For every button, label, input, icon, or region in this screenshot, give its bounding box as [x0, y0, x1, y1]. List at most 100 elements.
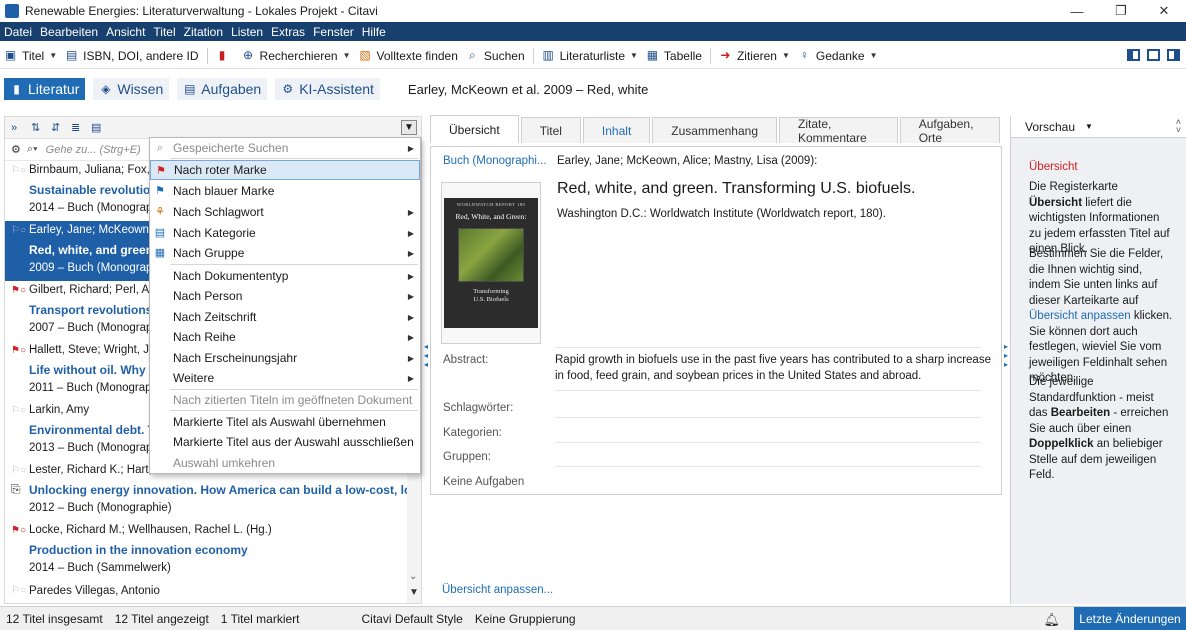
panel-options-icon[interactable]: ˄ ˅ — [1176, 118, 1181, 135]
scroll-down-icon[interactable]: ⌄ — [409, 571, 417, 582]
mode-aufgaben-button[interactable]: ▤ Aufgaben — [177, 78, 268, 100]
red-flag-icon[interactable]: ⚑○ — [11, 346, 26, 356]
layout-left-icon[interactable] — [1127, 49, 1140, 61]
menu-fenster[interactable]: Fenster — [313, 25, 354, 39]
toolbar-phone-button[interactable]: ▮ — [216, 49, 234, 62]
status-grouping[interactable]: Keine Gruppierung — [469, 612, 582, 626]
collapse-icon[interactable]: » — [11, 122, 25, 134]
menu-ansicht[interactable]: Ansicht — [106, 25, 145, 39]
categories-label[interactable]: Kategorien: — [443, 427, 502, 439]
toolbar-volltexte-button[interactable]: ▧ Volltexte finden — [359, 49, 458, 63]
abstract-line-1[interactable]: Rapid growth in biofuels use in the past… — [555, 354, 991, 366]
toolbar-zitieren-button[interactable]: ➜ Zitieren ▼ — [719, 49, 789, 63]
mode-literatur-button[interactable]: ▮ Literatur — [4, 78, 86, 100]
print-icon[interactable]: ▤ — [91, 122, 105, 134]
red-flag-icon[interactable]: ⚑○ — [11, 526, 26, 536]
toolbar-tabelle-button[interactable]: ▦ Tabelle — [646, 49, 702, 63]
menu-item-nach-reihe[interactable]: Nach Reihe ▶ — [150, 327, 420, 347]
minimize-button[interactable]: — — [1055, 0, 1099, 22]
tab-aufgaben-orte[interactable]: Aufgaben, Orte — [899, 117, 1000, 145]
toolbar-isbn-button[interactable]: ▤ ISBN, DOI, andere ID — [65, 49, 199, 63]
filter-icon[interactable]: ▼ — [401, 120, 417, 135]
toolbar-suchen-button[interactable]: ⌕ Suchen — [466, 49, 525, 63]
grey-flag-icon[interactable]: ⚐○ — [11, 226, 26, 236]
toolbar-recherchieren-button[interactable]: ⊕ Recherchieren ▼ — [242, 49, 351, 63]
reference-authors: Birnbaum, Juliana; Fox, L — [29, 164, 160, 176]
menu-item-nach-zitierten-titeln[interactable]: Nach zitierten Titeln im geöffneten Doku… — [150, 390, 420, 410]
list-view-icon[interactable]: ≣ — [71, 122, 85, 134]
groups-label[interactable]: Gruppen: — [443, 451, 491, 463]
menu-extras[interactable]: Extras — [271, 25, 305, 39]
layout-center-icon[interactable] — [1147, 49, 1160, 61]
red-flag-icon[interactable]: ⚑○ — [11, 286, 26, 296]
tab-titel[interactable]: Titel — [520, 117, 581, 143]
menu-item-nach-zeitschrift[interactable]: Nach Zeitschrift ▶ — [150, 307, 420, 327]
book-icon: ▮ — [13, 81, 20, 96]
menu-item-nach-dokumententyp[interactable]: Nach Dokumententyp ▶ — [150, 266, 420, 286]
menu-zitation[interactable]: Zitation — [184, 25, 223, 39]
menu-listen[interactable]: Listen — [231, 25, 263, 39]
tab-uebersicht[interactable]: Übersicht — [430, 115, 519, 143]
tab-zusammenhang[interactable]: Zusammenhang — [652, 117, 777, 143]
menu-hilfe[interactable]: Hilfe — [362, 25, 386, 39]
reference-item[interactable]: ⚑○ Locke, Richard M.; Wellhausen, Rachel… — [5, 521, 421, 581]
customize-overview-link[interactable]: Übersicht anpassen... — [442, 584, 553, 596]
menu-item-nach-schlagwort[interactable]: ⚘ Nach Schlagwort ▶ — [150, 202, 420, 222]
menu-item-nach-kategorie[interactable]: ▤ Nach Kategorie ▶ — [150, 223, 420, 243]
grey-flag-icon[interactable]: ⚐○ — [11, 466, 26, 476]
reference-authors: Earley, Jane; McKeown, A — [29, 224, 163, 236]
mode-wissen-button[interactable]: ◈ Wissen — [93, 78, 170, 100]
settings-gear-icon[interactable]: ⚙ — [11, 143, 21, 156]
abstract-line-2[interactable]: in food, feed grain, and soybean prices … — [555, 370, 921, 382]
layout-right-icon[interactable] — [1167, 49, 1180, 61]
detail-title[interactable]: Red, white, and green. Transforming U.S.… — [557, 180, 915, 198]
tab-zitate-kommentare[interactable]: Zitate, Kommentare — [779, 117, 898, 145]
reference-type-link[interactable]: Buch (Monographi... — [443, 155, 547, 167]
bell-icon[interactable]: 🔔︎ — [1043, 612, 1060, 628]
status-marked: 1 Titel markiert — [220, 611, 300, 626]
menu-item-auswahl-umkehren[interactable]: Auswahl umkehren — [150, 453, 420, 473]
toolbar-titel-button[interactable]: ▣ Titel ▼ — [4, 49, 57, 63]
grey-flag-icon[interactable]: ⚐○ — [11, 166, 26, 176]
menu-item-gespeicherte-suchen[interactable]: ⌕ Gespeicherte Suchen ▶ — [150, 138, 420, 158]
menu-item-nach-person[interactable]: Nach Person ▶ — [150, 286, 420, 306]
maximize-button[interactable]: ❐ — [1099, 0, 1143, 22]
preview-dropdown[interactable]: Vorschau ▼ ˄ ˅ — [1011, 116, 1186, 138]
tasks-label[interactable]: Keine Aufgaben — [443, 476, 524, 488]
close-button[interactable]: ✕ — [1142, 0, 1186, 22]
tab-inhalt[interactable]: Inhalt — [582, 117, 651, 143]
reference-item[interactable]: ⚐○ Paredes Villegas, Antonio — [5, 581, 421, 603]
menu-item-markierte-uebernehmen[interactable]: Markierte Titel als Auswahl übernehmen — [150, 412, 420, 432]
grey-flag-icon[interactable]: ⚐○ — [11, 406, 26, 416]
recent-changes-button[interactable]: Letzte Änderungen — [1074, 607, 1186, 630]
toolbar-gedanke-button[interactable]: ♀ Gedanke ▼ — [798, 49, 878, 63]
goto-search-input[interactable]: Gehe zu... (Strg+E) — [46, 144, 141, 156]
help-customize-link[interactable]: Übersicht anpassen — [1029, 310, 1131, 322]
scroll-end-icon[interactable]: ▼ — [409, 587, 419, 598]
detail-publisher[interactable]: Washington D.C.: Worldwatch Institute (W… — [557, 208, 886, 220]
menu-titel[interactable]: Titel — [153, 25, 175, 39]
right-splitter-handle[interactable]: ▸ ▸ ▸ — [1004, 342, 1008, 378]
menu-item-weitere[interactable]: Weitere ▶ — [150, 368, 420, 388]
reference-title: Transport revolutions. — [29, 303, 156, 317]
grey-flag-icon[interactable]: ⚐○ — [11, 586, 26, 596]
menu-item-nach-roter-marke[interactable]: ⚑ Nach roter Marke — [150, 160, 420, 180]
filter-options-icon[interactable]: ⇵ — [51, 122, 65, 134]
menu-item-nach-erscheinungsjahr[interactable]: Nach Erscheinungsjahr ▶ — [150, 348, 420, 368]
keywords-label[interactable]: Schlagwörter: — [443, 402, 513, 414]
menu-item-markierte-ausschliessen[interactable]: Markierte Titel aus der Auswahl ausschli… — [150, 432, 420, 452]
detail-authors[interactable]: Earley, Jane; McKeown, Alice; Mastny, Li… — [557, 155, 817, 167]
menu-item-nach-gruppe[interactable]: ▦ Nach Gruppe ▶ — [150, 243, 420, 263]
mode-ki-assistent-button[interactable]: ⚙ KI-Assistent — [275, 78, 380, 100]
book-cover-image[interactable]: WORLDWATCH REPORT 180 Red, White, and Gr… — [441, 182, 541, 344]
toolbar-literaturliste-button[interactable]: ▥ Literaturliste ▼ — [542, 49, 637, 63]
left-splitter-handle[interactable]: ◂ ◂ ◂ — [424, 342, 428, 378]
search-options-icon[interactable]: ⌕▾ — [27, 143, 38, 156]
new-title-icon: ▣ — [4, 48, 17, 62]
menu-bearbeiten[interactable]: Bearbeiten — [40, 25, 98, 39]
sort-icon[interactable]: ⇅ — [31, 122, 45, 134]
menu-item-nach-blauer-marke[interactable]: ⚑ Nach blauer Marke — [150, 181, 420, 201]
reference-title: Red, white, and green. — [29, 243, 157, 257]
menu-datei[interactable]: Datei — [4, 25, 32, 39]
status-citation-style[interactable]: Citavi Default Style — [355, 612, 468, 626]
